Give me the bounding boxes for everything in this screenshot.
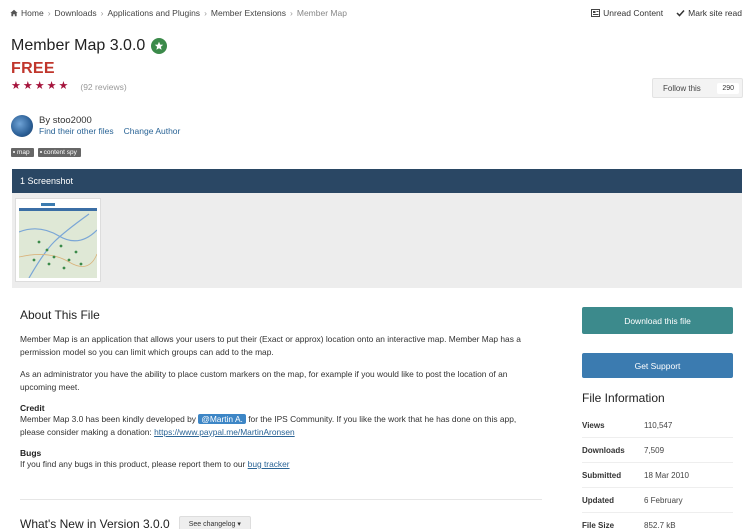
tag-map[interactable]: map <box>11 148 34 157</box>
info-row-file-size: File Size 852.7 kB <box>582 513 733 529</box>
info-row-views: Views 110,547 <box>582 413 733 438</box>
download-button[interactable]: Download this file <box>582 307 733 334</box>
file-title: Member Map 3.0.0 <box>11 37 146 54</box>
breadcrumb-separator: › <box>290 8 293 18</box>
mention-martin[interactable]: @Martin A. <box>198 414 246 424</box>
info-label: Submitted <box>582 470 622 480</box>
follow-button[interactable]: Follow this 290 <box>652 78 743 98</box>
info-value: 7,509 <box>644 445 665 455</box>
tag-list: map content spy <box>11 148 81 157</box>
price: FREE <box>11 60 55 77</box>
section-divider <box>20 499 542 500</box>
breadcrumb: Home › Downloads › Applications and Plug… <box>10 8 347 18</box>
credit-text-pre: Member Map 3.0 has been kindly developed… <box>20 414 196 424</box>
breadcrumb-separator: › <box>47 8 51 18</box>
about-heading: About This File <box>20 308 100 322</box>
info-value: 6 February <box>644 495 683 505</box>
author-name[interactable]: By stoo2000 <box>39 115 180 126</box>
featured-badge-icon <box>151 38 168 54</box>
info-row-updated: Updated 6 February <box>582 488 733 513</box>
info-label: Downloads <box>582 445 625 455</box>
breadcrumb-item-home: Home <box>21 8 44 18</box>
get-support-button[interactable]: Get Support <box>582 353 733 378</box>
info-value: 18 Mar 2010 <box>644 470 689 480</box>
home-icon <box>10 9 18 17</box>
change-author-link[interactable]: Change Author <box>124 126 181 137</box>
breadcrumb-separator: › <box>100 8 104 18</box>
top-right-links: Unread Content Mark site read <box>591 8 742 18</box>
about-paragraph-2: As an administrator you have the ability… <box>20 369 508 392</box>
mark-site-read-link[interactable]: Mark site read <box>676 8 742 18</box>
review-count[interactable]: (92 reviews) <box>80 82 126 92</box>
bug-tracker-link[interactable]: bug tracker <box>248 459 290 469</box>
info-row-downloads: Downloads 7,509 <box>582 438 733 463</box>
top-bar: Home › Downloads › Applications and Plug… <box>0 0 750 26</box>
tag-content-spy[interactable]: content spy <box>37 148 81 157</box>
author-block: By stoo2000 Find their other files Chang… <box>11 115 180 137</box>
breadcrumb-current: Member Map <box>296 8 347 18</box>
star-icon: ★ <box>11 80 21 92</box>
follow-count: 290 <box>717 82 739 94</box>
info-value: 852.7 kB <box>644 520 676 529</box>
screenshot-thumbnail[interactable] <box>15 198 101 282</box>
bugs-heading: Bugs <box>20 448 42 458</box>
star-icon: ★ <box>22 80 33 92</box>
info-row-submitted: Submitted 18 Mar 2010 <box>582 463 733 488</box>
whats-new-header: What's New in Version 3.0.0 See changelo… <box>20 516 251 529</box>
see-changelog-button[interactable]: See changelog ▾ <box>178 516 251 529</box>
breadcrumb-item-member-extensions[interactable]: Member Extensions <box>211 8 286 18</box>
breadcrumb-item-downloads[interactable]: Downloads <box>55 8 97 18</box>
rating: ★ ★ ★ ★ ★ (92 reviews) <box>11 81 127 92</box>
screenshots-header: 1 Screenshot <box>12 169 742 193</box>
follow-label: Follow this <box>663 83 701 93</box>
file-information-heading: File Information <box>582 391 665 405</box>
map-thumbnail-image <box>19 202 97 278</box>
donation-link[interactable]: https://www.paypal.me/MartinAronsen <box>154 427 295 437</box>
find-other-files-link[interactable]: Find their other files <box>39 126 114 137</box>
info-label: Views <box>582 420 605 430</box>
unread-content-link[interactable]: Unread Content <box>591 8 663 18</box>
page-title: Member Map 3.0.0 <box>11 37 168 55</box>
file-information-table: Views 110,547 Downloads 7,509 Submitted … <box>582 413 733 529</box>
bugs-text: If you find any bugs in this product, pl… <box>20 459 246 469</box>
bugs-paragraph: If you find any bugs in this product, pl… <box>20 458 540 471</box>
check-icon <box>676 9 685 17</box>
credit-paragraph: Member Map 3.0 has been kindly developed… <box>20 413 540 438</box>
caret-down-icon: ▾ <box>237 521 241 528</box>
about-paragraph-1: Member Map is an application that allows… <box>20 334 521 357</box>
whats-new-heading: What's New in Version 3.0.0 <box>20 517 170 529</box>
star-icon: ★ <box>46 80 57 92</box>
screenshots-panel: 1 Screenshot <box>12 169 742 288</box>
see-changelog-label: See changelog <box>188 521 236 528</box>
avatar[interactable] <box>11 115 33 137</box>
unread-content-label: Unread Content <box>603 8 664 18</box>
breadcrumb-item-applications[interactable]: Applications and Plugins <box>107 8 200 18</box>
mark-site-read-label: Mark site read <box>688 8 742 18</box>
star-icon: ★ <box>34 80 45 92</box>
breadcrumb-home[interactable]: Home <box>10 8 44 18</box>
about-section: About This File Member Map is an applica… <box>20 308 540 481</box>
info-label: File Size <box>582 520 615 529</box>
star-icon: ★ <box>58 80 69 92</box>
credit-heading: Credit <box>20 403 45 413</box>
breadcrumb-separator: › <box>204 8 207 18</box>
info-value: 110,547 <box>644 420 673 430</box>
info-label: Updated <box>582 495 614 505</box>
newspaper-icon <box>591 9 601 17</box>
